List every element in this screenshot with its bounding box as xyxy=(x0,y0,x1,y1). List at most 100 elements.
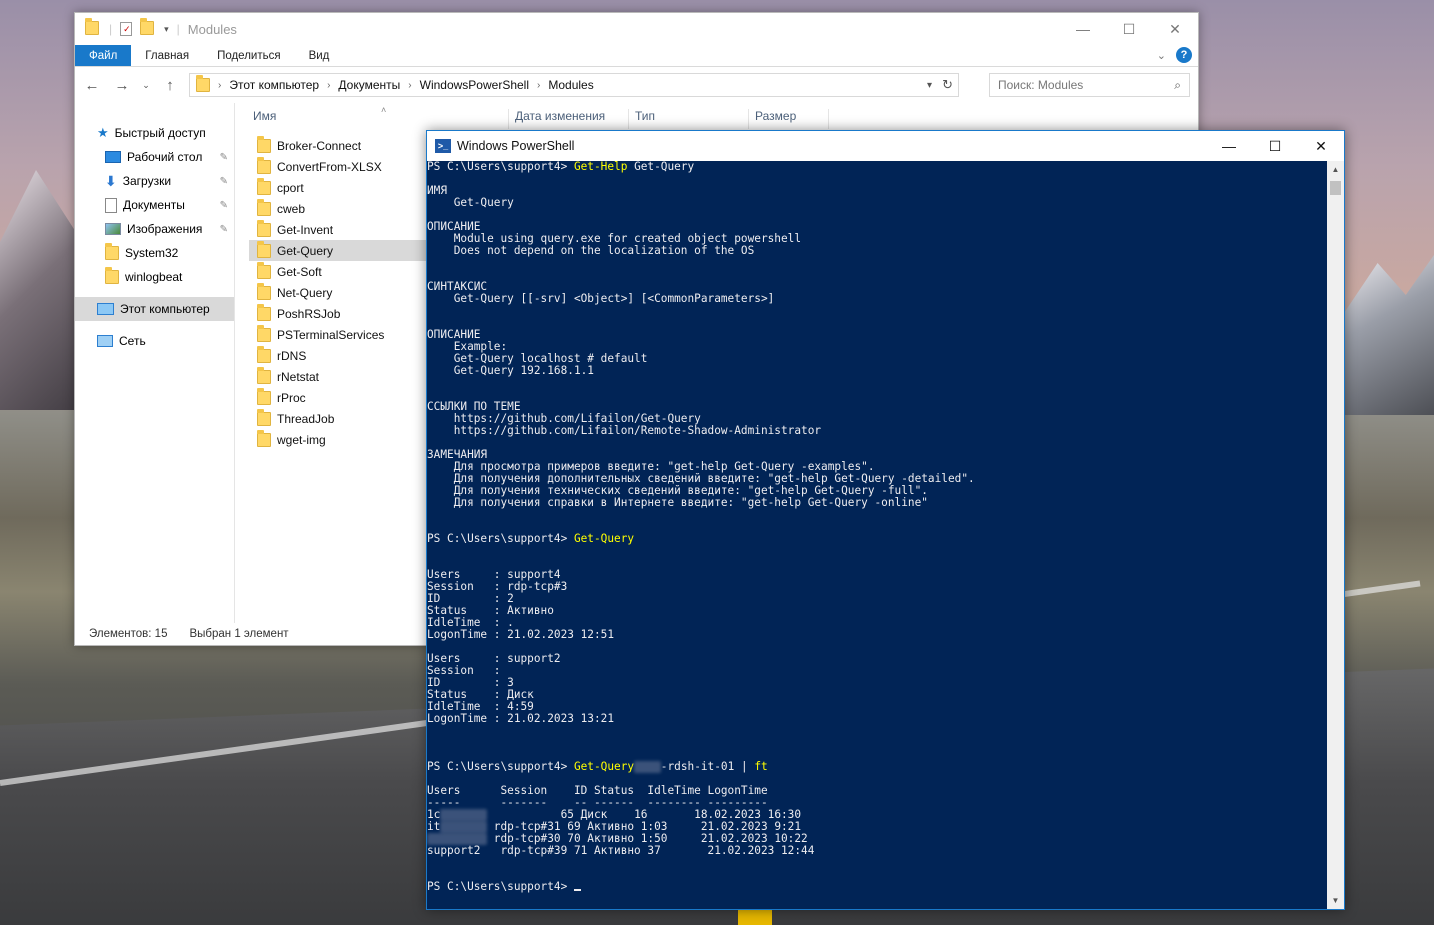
file-row[interactable]: cport xyxy=(249,177,427,198)
properties-icon[interactable]: ✓ xyxy=(120,22,133,36)
file-row[interactable]: Get-Soft xyxy=(249,261,427,282)
file-row[interactable]: ConvertFrom-XLSX xyxy=(249,156,427,177)
back-arrow-icon[interactable]: ← xyxy=(81,77,103,94)
documents-icon xyxy=(105,197,117,213)
scrollbar-thumb[interactable] xyxy=(1330,181,1341,195)
file-row[interactable]: PoshRSJob xyxy=(249,303,427,324)
pin-icon[interactable]: ✎ xyxy=(220,176,228,187)
folder-icon xyxy=(85,18,101,37)
pin-icon[interactable]: ✎ xyxy=(220,200,228,211)
refresh-icon[interactable]: ↻ xyxy=(942,77,953,93)
console-args: -rdsh-it-01 | xyxy=(660,760,755,773)
new-folder-icon[interactable] xyxy=(140,18,156,37)
console-line: https://github.com/Lifailon/Remote-Shado… xyxy=(427,425,1328,437)
file-row[interactable]: Get-Invent xyxy=(249,219,427,240)
close-button[interactable]: ✕ xyxy=(1152,13,1198,45)
console-line: support2 rdp-tcp#39 71 Активно 37 21.02.… xyxy=(427,845,1328,857)
item-count: Элементов: 15 xyxy=(89,628,168,640)
console-text: https://github.com/Lifailon/Remote-Shado… xyxy=(427,424,822,437)
file-row[interactable]: rDNS xyxy=(249,345,427,366)
up-arrow-icon[interactable]: ↑ xyxy=(159,77,181,94)
file-row[interactable]: rProc xyxy=(249,387,427,408)
breadcrumb-item[interactable]: Документы xyxy=(338,78,400,92)
file-row[interactable]: ThreadJob xyxy=(249,408,427,429)
nav-item-quick-access[interactable]: ★ Быстрый доступ xyxy=(75,121,234,145)
breadcrumb-item[interactable]: Этот компьютер xyxy=(229,78,319,92)
file-row[interactable]: Get-Query xyxy=(249,240,427,261)
console-text: Для получения справки в Интернете введит… xyxy=(427,496,928,509)
search-input[interactable]: Поиск: Modules ⌕ xyxy=(989,73,1190,97)
console-output[interactable]: PS C:\Users\support4> Get-Help Get-Query… xyxy=(427,161,1328,909)
console-line: ID : 2 xyxy=(427,593,1328,605)
nav-item-documents[interactable]: Документы ✎ xyxy=(75,193,234,217)
help-icon[interactable]: ? xyxy=(1176,47,1192,63)
maximize-button[interactable]: ☐ xyxy=(1106,13,1152,45)
explorer-titlebar[interactable]: | ✓ ▾ | Modules — ☐ ✕ xyxy=(75,13,1198,45)
minimize-button[interactable]: — xyxy=(1060,13,1106,45)
close-button[interactable]: ✕ xyxy=(1298,131,1344,161)
folder-icon xyxy=(257,387,271,405)
pin-icon[interactable]: ✎ xyxy=(220,224,228,235)
quick-access-dropdown-icon[interactable]: ▾ xyxy=(164,24,169,35)
file-row[interactable]: Broker-Connect xyxy=(249,135,427,156)
maximize-button[interactable]: ☐ xyxy=(1252,131,1298,161)
tab-file[interactable]: Файл xyxy=(75,45,132,66)
file-name: Broker-Connect xyxy=(277,138,362,153)
file-row[interactable]: Net-Query xyxy=(249,282,427,303)
file-name: cport xyxy=(277,180,304,195)
console-line: Does not depend on the localization of t… xyxy=(427,245,1328,257)
console-command: Get-Query xyxy=(573,760,635,773)
console-line: Для получения справки в Интернете введит… xyxy=(427,497,1328,509)
minimize-button[interactable]: — xyxy=(1206,131,1252,161)
folder-icon xyxy=(257,324,271,342)
folder-icon xyxy=(257,135,271,153)
address-bar[interactable]: › Этот компьютер › Документы › WindowsPo… xyxy=(189,73,959,97)
column-header-date[interactable]: Дата изменения xyxy=(509,109,629,129)
selection-count: Выбран 1 элемент xyxy=(189,628,289,640)
redacted-text xyxy=(634,761,661,773)
console-line: Get-Query [[-srv] <Object>] [<CommonPara… xyxy=(427,293,1328,305)
vertical-scrollbar[interactable]: ▲ ▼ xyxy=(1327,161,1344,909)
powershell-titlebar[interactable]: >_ Windows PowerShell — ☐ ✕ xyxy=(427,131,1344,161)
nav-item-system32[interactable]: System32 xyxy=(75,241,234,265)
column-header-name[interactable]: Имя ˄ xyxy=(247,105,509,129)
file-row[interactable]: PSTerminalServices xyxy=(249,324,427,345)
file-row[interactable]: rNetstat xyxy=(249,366,427,387)
nav-item-network[interactable]: Сеть xyxy=(75,329,234,353)
console-prompt: PS C:\Users\support4> xyxy=(427,880,574,893)
column-header-type[interactable]: Тип xyxy=(629,109,749,129)
forward-arrow-icon[interactable]: → xyxy=(111,77,133,94)
tab-share[interactable]: Поделиться xyxy=(203,45,295,66)
expand-ribbon-icon[interactable]: ⌄ xyxy=(1157,49,1166,62)
scroll-up-arrow-icon[interactable]: ▲ xyxy=(1327,161,1344,178)
console-text: Get-Query [[-srv] <Object>] [<CommonPara… xyxy=(427,292,775,305)
folder-icon xyxy=(196,75,210,92)
column-headers: Имя ˄ Дата изменения Тип Размер xyxy=(235,103,1198,129)
file-row[interactable]: cweb xyxy=(249,198,427,219)
file-row[interactable]: wget-img xyxy=(249,429,427,450)
pin-icon[interactable]: ✎ xyxy=(220,152,228,163)
breadcrumb-item[interactable]: WindowsPowerShell xyxy=(420,78,529,92)
column-header-size[interactable]: Размер xyxy=(749,109,829,129)
nav-item-downloads[interactable]: ⬇ Загрузки ✎ xyxy=(75,169,234,193)
console-line: Session : xyxy=(427,665,1328,677)
recent-locations-icon[interactable]: ⌄ xyxy=(141,80,151,91)
breadcrumb-item[interactable]: Modules xyxy=(548,78,593,92)
nav-item-this-pc[interactable]: Этот компьютер xyxy=(75,297,234,321)
nav-item-winlogbeat[interactable]: winlogbeat xyxy=(75,265,234,289)
powershell-window[interactable]: >_ Windows PowerShell — ☐ ✕ PS C:\Users\… xyxy=(426,130,1345,910)
tab-home[interactable]: Главная xyxy=(131,45,203,66)
scroll-down-arrow-icon[interactable]: ▼ xyxy=(1327,892,1344,909)
nav-item-pictures[interactable]: Изображения ✎ xyxy=(75,217,234,241)
folder-icon xyxy=(105,243,119,260)
redacted-text xyxy=(427,833,488,845)
folder-icon xyxy=(257,219,271,237)
nav-item-desktop[interactable]: Рабочий стол ✎ xyxy=(75,145,234,169)
tab-view[interactable]: Вид xyxy=(295,45,344,66)
address-dropdown-icon[interactable]: ▾ xyxy=(927,80,932,91)
